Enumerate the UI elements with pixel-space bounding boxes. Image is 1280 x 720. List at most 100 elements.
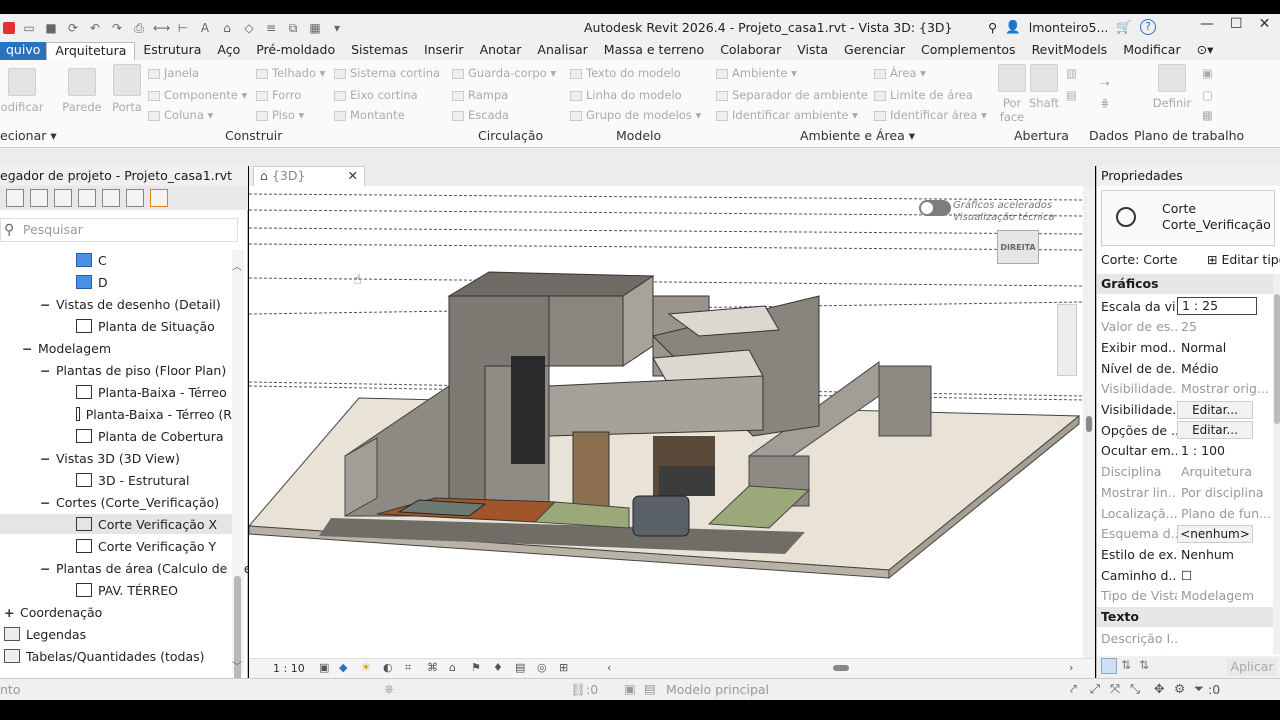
tree-node[interactable]: − Vistas de desenho (Detail) [0, 294, 232, 314]
component-button[interactable]: Componente ▾ [148, 88, 247, 102]
tree-node[interactable]: C [0, 250, 232, 270]
collapse-icon[interactable]: − [40, 297, 50, 312]
sun-path-icon[interactable]: ☀ [361, 661, 371, 674]
view-icon[interactable] [6, 189, 24, 207]
select-underlay-icon[interactable]: ⤢ [1090, 681, 1100, 697]
visual-style-icon[interactable]: ◆ [339, 661, 347, 674]
tree-node[interactable]: Planta de Cobertura [0, 426, 232, 446]
scroll-up-icon[interactable]: ︿ [232, 258, 242, 273]
tree-node[interactable]: D [0, 272, 232, 292]
3d-view-icon[interactable]: ⌂ [219, 20, 235, 36]
close-tab-icon[interactable]: ✕ [348, 167, 358, 185]
scroll-left-icon[interactable]: ‹ [607, 661, 611, 674]
drag-elements-icon[interactable]: ✥ [1154, 681, 1164, 696]
expand-icon[interactable]: + [4, 605, 14, 620]
calculator-icon[interactable] [30, 189, 48, 207]
tab-massa-terreno[interactable]: Massa e terreno [596, 42, 712, 60]
tab-aco[interactable]: Aço [209, 42, 248, 60]
binoculars-icon[interactable]: ⚲ [988, 20, 997, 35]
instance-selector[interactable]: Corte: Corte Ver ▾ [1101, 250, 1201, 287]
tab-sistemas[interactable]: Sistemas [343, 42, 416, 60]
maximize-icon[interactable]: ☐ [1230, 16, 1243, 32]
constraints-icon[interactable]: ⊞ [559, 661, 568, 674]
tree-node[interactable]: Planta-Baixa - Térreo [0, 382, 232, 402]
collapse-icon[interactable]: − [40, 363, 50, 378]
user-name[interactable]: lmonteiro5... [1029, 20, 1109, 35]
room-area-panel-label[interactable]: Ambiente e Área ▾ [800, 128, 915, 143]
tab-arquitetura[interactable]: Arquitetura [46, 42, 136, 60]
ceiling-button[interactable]: Forro [256, 88, 301, 102]
minimize-icon[interactable]: — [1200, 16, 1214, 32]
reveal-hidden-icon[interactable]: ♦ [493, 661, 503, 674]
tree-node[interactable]: 3D - Estrutural [0, 470, 232, 490]
help-icon[interactable]: ? [1139, 19, 1156, 35]
schedule-icon[interactable] [54, 189, 72, 207]
tab-analisar[interactable]: Analisar [529, 42, 595, 60]
tree-node[interactable]: PAV. TÉRREO [0, 580, 232, 600]
shaft-button[interactable]: Shaft [1026, 64, 1062, 110]
dimension-icon[interactable]: ⊢ [175, 20, 191, 36]
close-icon[interactable]: ✕ [1259, 16, 1271, 32]
sync-icon[interactable]: ⟳ [65, 20, 81, 36]
collapse-icon[interactable]: − [40, 451, 50, 466]
property-value[interactable]: Normal [1177, 340, 1226, 355]
property-value[interactable]: 1 : 100 [1177, 443, 1225, 458]
view-vertical-scrollbar[interactable] [1083, 186, 1095, 658]
tree-node[interactable]: Tabelas/Quantidades (todas) [0, 646, 232, 666]
graphics-toggle[interactable] [919, 200, 951, 216]
tab-vista[interactable]: Vista [789, 42, 836, 60]
tree-node[interactable]: − Plantas de área (Calculo de are [0, 558, 252, 578]
lock-view-icon[interactable]: ⌂ [449, 661, 456, 674]
select-links-icon[interactable]: ⤤ [1070, 681, 1077, 697]
tree-node[interactable]: − Plantas de piso (Floor Plan) [0, 360, 232, 380]
tree-node[interactable]: − Cortes (Corte_Verificação) [0, 492, 232, 512]
area-boundary-button[interactable]: Limite de área [874, 88, 973, 102]
railing-button[interactable]: Guarda-corpo ▾ [452, 66, 556, 80]
collapse-icon[interactable]: − [22, 341, 32, 356]
tree-node[interactable]: Corte Verificação Y [0, 536, 232, 556]
ramp-button[interactable]: Rampa [452, 88, 508, 102]
link-icon[interactable] [150, 189, 168, 207]
door-button[interactable]: Porta [108, 64, 146, 114]
property-edit-button[interactable]: Editar... [1177, 421, 1253, 440]
family-icon[interactable] [126, 189, 144, 207]
open-icon[interactable]: ▭ [21, 20, 37, 36]
temp-hide-icon[interactable]: ⚑ [471, 661, 481, 674]
detail-level-icon[interactable]: ▣ [319, 661, 329, 674]
window-button[interactable]: Janela [148, 66, 199, 80]
properties-help-icon[interactable] [1101, 658, 1117, 674]
tab-modificar[interactable]: Modificar [1115, 42, 1188, 60]
select-face-icon[interactable]: ⤡ [1130, 681, 1140, 697]
scroll-right-icon[interactable]: › [1069, 661, 1073, 674]
tree-node[interactable]: + Coordenação [0, 602, 232, 622]
customize-qat-icon[interactable]: ▾ [329, 20, 345, 36]
room-separator-button[interactable]: Separador de ambiente [716, 88, 868, 102]
undo-icon[interactable]: ↶ [87, 20, 103, 36]
crop-icon[interactable]: ⌗ [405, 661, 411, 675]
curtain-system-button[interactable]: Sistema cortina [334, 66, 440, 80]
tab-complementos[interactable]: Complementos [913, 42, 1024, 60]
viewer-icon[interactable]: ▦ [1202, 108, 1213, 122]
edit-type-button[interactable]: ⊞ Editar tipo [1207, 250, 1280, 270]
tab-revitmodels[interactable]: RevitModels [1024, 42, 1116, 60]
properties-scrollbar[interactable] [1273, 274, 1280, 654]
design-options-icon[interactable]: ▣ [624, 681, 636, 696]
model-dropdown-icon[interactable]: ▤ [644, 681, 656, 696]
roof-button[interactable]: Telhado ▾ [256, 66, 325, 80]
3d-canvas[interactable]: Gráficos acelerados Visualização técnica… [249, 186, 1083, 658]
user-icon[interactable]: 👤 [1005, 19, 1021, 35]
property-group-header[interactable]: Gráficos [1097, 274, 1273, 294]
shadows-icon[interactable]: ◐ [383, 661, 393, 674]
collapse-icon[interactable]: − [40, 495, 50, 510]
close-hidden-icon[interactable]: ⧉ [285, 20, 301, 36]
property-group-header[interactable]: Texto [1097, 606, 1273, 627]
property-value[interactable]: ☐ [1177, 568, 1192, 583]
switch-windows-icon[interactable]: ▦ [307, 20, 323, 36]
tab-inserir[interactable]: Inserir [416, 42, 472, 60]
save-icon[interactable]: ■ [43, 20, 59, 36]
property-value-input[interactable]: 1 : 25 [1177, 297, 1257, 315]
property-edit-button[interactable]: <nenhum> [1177, 524, 1253, 543]
tree-node[interactable]: − Vistas 3D (3D View) [0, 448, 232, 468]
level-icon[interactable]: ⇢ [1100, 76, 1110, 90]
sheet-icon[interactable] [102, 189, 120, 207]
